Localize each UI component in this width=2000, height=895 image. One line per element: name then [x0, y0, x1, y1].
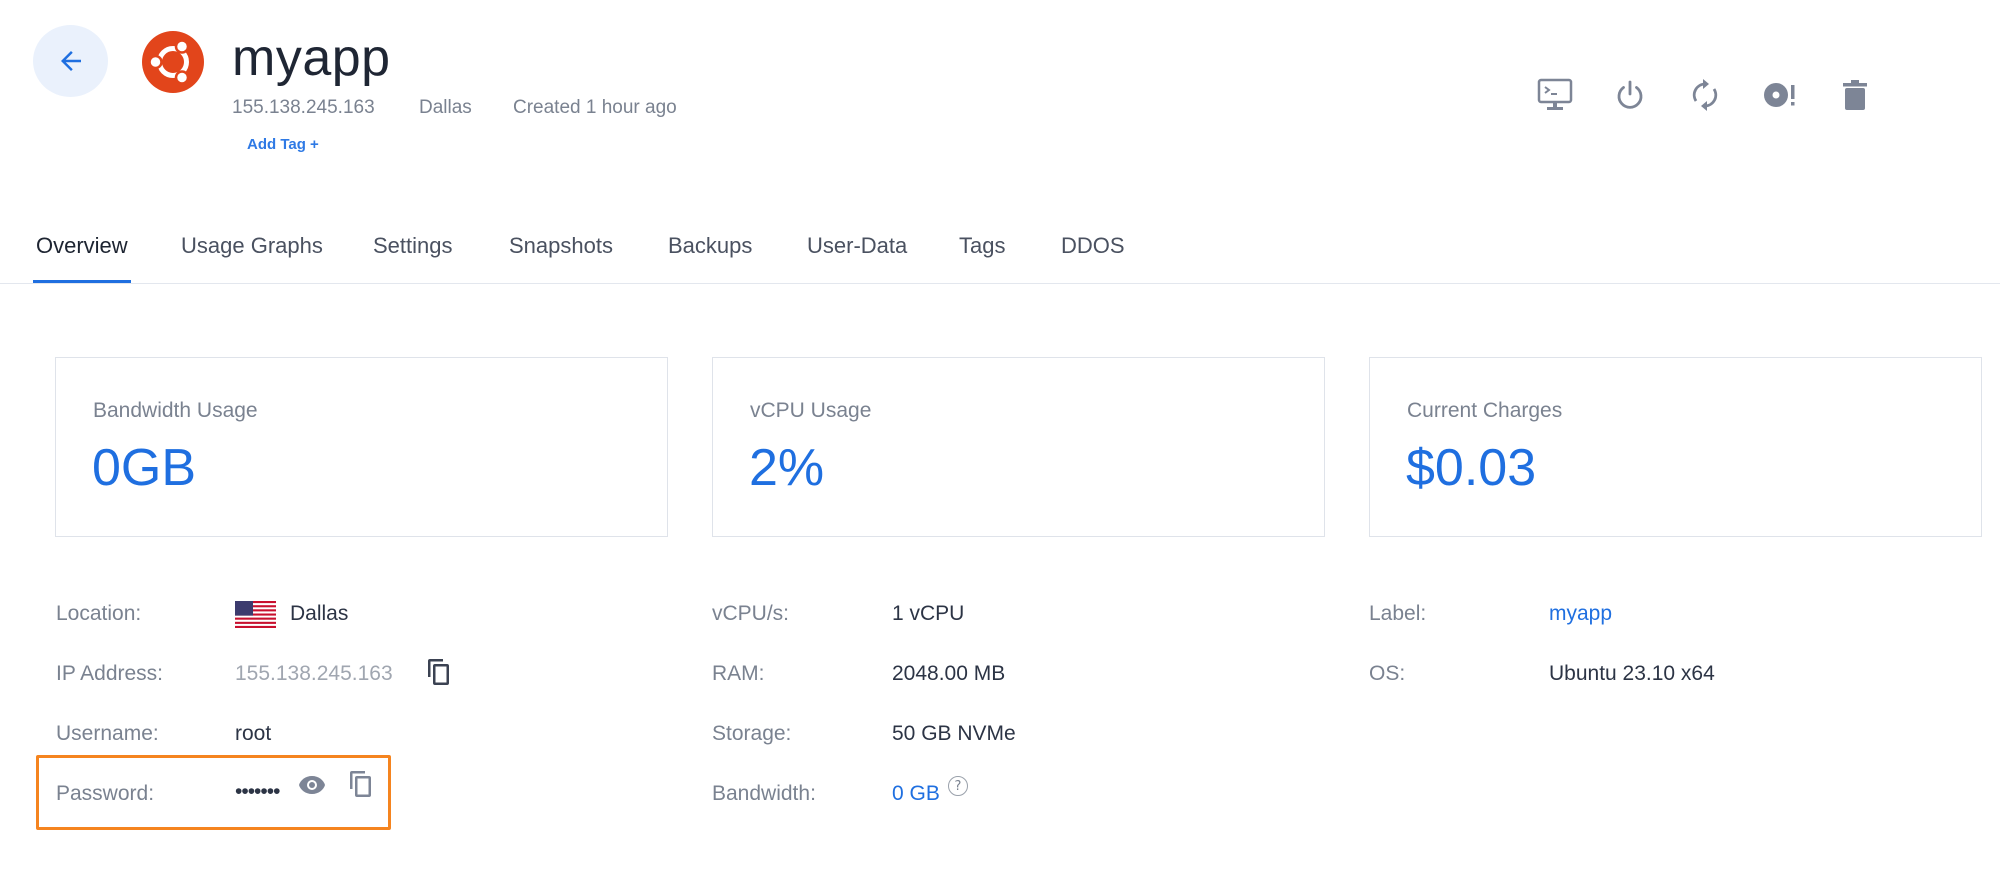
- delete-button[interactable]: [1817, 75, 1892, 115]
- username-label: Username:: [56, 722, 159, 745]
- copy-ip-button[interactable]: [424, 657, 454, 687]
- vcpu-usage-card: vCPU Usage 2%: [712, 357, 1325, 537]
- back-button[interactable]: [33, 25, 108, 97]
- tab-tags[interactable]: Tags: [959, 233, 1005, 259]
- server-meta: 155.138.245.163 Dallas Created 1 hour ag…: [232, 97, 677, 119]
- os-label: OS:: [1369, 662, 1406, 685]
- power-button[interactable]: [1592, 75, 1667, 115]
- us-flag-icon: [235, 601, 276, 628]
- storage-label: Storage:: [712, 722, 792, 745]
- arrow-left-icon: [60, 51, 81, 71]
- vcpu-value: 1 vCPU: [892, 602, 965, 625]
- server-actions: [1517, 75, 1892, 115]
- tab-settings[interactable]: Settings: [373, 233, 453, 259]
- copy-icon: [428, 659, 449, 685]
- password-value: •••••••: [235, 780, 280, 803]
- ip-address-label: IP Address:: [56, 662, 164, 685]
- restart-button[interactable]: [1667, 75, 1742, 115]
- vcpu-label: vCPU/s:: [712, 602, 790, 625]
- ubuntu-logo-icon: [142, 31, 204, 93]
- show-password-button[interactable]: [296, 770, 328, 800]
- trash-icon: [1842, 80, 1867, 110]
- server-ip: 155.138.245.163: [232, 97, 375, 118]
- restart-icon: [1692, 79, 1717, 111]
- card-label: Current Charges: [1407, 399, 1563, 422]
- help-icon[interactable]: ?: [948, 776, 968, 796]
- label-value[interactable]: myapp: [1549, 602, 1612, 626]
- tab-bar: Overview Usage Graphs Settings Snapshots…: [0, 222, 2000, 284]
- card-value: 2%: [749, 439, 825, 497]
- add-tag-link[interactable]: Add Tag +: [247, 136, 319, 153]
- tab-user-data[interactable]: User-Data: [807, 233, 907, 259]
- console-icon: [1537, 78, 1572, 110]
- bandwidth-value[interactable]: 0 GB: [892, 782, 940, 806]
- console-button[interactable]: [1517, 75, 1592, 115]
- server-created: Created 1 hour ago: [513, 97, 677, 118]
- power-icon: [1617, 80, 1642, 109]
- tab-snapshots[interactable]: Snapshots: [509, 233, 613, 259]
- password-label: Password:: [56, 782, 155, 805]
- card-value: $0.03: [1406, 439, 1537, 497]
- ram-label: RAM:: [712, 662, 765, 685]
- bandwidth-label: Bandwidth:: [712, 782, 816, 805]
- tab-overview[interactable]: Overview: [36, 233, 128, 259]
- label-label: Label:: [1369, 602, 1427, 625]
- server-title: myapp: [232, 29, 391, 87]
- card-label: Bandwidth Usage: [93, 399, 258, 422]
- tab-backups[interactable]: Backups: [668, 233, 752, 259]
- reinstall-disc-icon: [1763, 83, 1794, 107]
- reinstall-button[interactable]: [1742, 75, 1817, 115]
- copy-password-button[interactable]: [346, 768, 376, 800]
- storage-value: 50 GB NVMe: [892, 722, 1016, 745]
- os-value: Ubuntu 23.10 x64: [1549, 662, 1715, 685]
- bandwidth-usage-card: Bandwidth Usage 0GB: [55, 357, 668, 537]
- active-tab-indicator: [33, 280, 131, 283]
- username-value: root: [235, 722, 272, 745]
- ip-address-value: 155.138.245.163: [235, 662, 393, 685]
- location-label: Location:: [56, 602, 142, 625]
- tab-ddos[interactable]: DDOS: [1061, 233, 1125, 259]
- ram-value: 2048.00 MB: [892, 662, 1006, 685]
- eye-icon: [299, 776, 325, 794]
- location-value: Dallas: [290, 602, 349, 625]
- card-label: vCPU Usage: [750, 399, 872, 422]
- server-location: Dallas: [419, 97, 472, 118]
- current-charges-card: Current Charges $0.03: [1369, 357, 1982, 537]
- copy-icon: [350, 771, 371, 797]
- card-value: 0GB: [92, 439, 197, 497]
- tab-usage-graphs[interactable]: Usage Graphs: [181, 233, 323, 259]
